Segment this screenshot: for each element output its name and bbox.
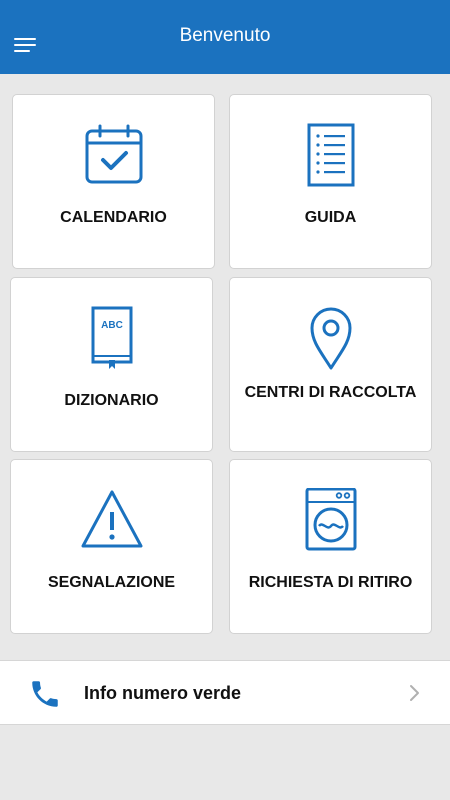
tile-label: CENTRI DI RACCOLTA xyxy=(244,384,417,401)
warning-triangle-icon xyxy=(11,488,212,552)
tile-guida[interactable]: GUIDA xyxy=(229,94,432,269)
info-numero-verde-label: Info numero verde xyxy=(84,683,242,703)
tile-label: DIZIONARIO xyxy=(64,392,159,409)
calendar-check-icon xyxy=(13,123,214,187)
tile-centri-di-raccolta[interactable]: CENTRI DI RACCOLTA xyxy=(229,277,432,452)
list-document-icon xyxy=(230,123,431,187)
top-app-bar: Benvenuto xyxy=(0,0,450,74)
phone-icon xyxy=(28,677,62,716)
tile-label: SEGNALAZIONE xyxy=(47,574,176,591)
page-title: Benvenuto xyxy=(179,25,271,46)
map-pin-icon xyxy=(230,306,431,370)
tile-label: GUIDA xyxy=(304,209,357,226)
tile-dizionario[interactable]: ABC DIZIONARIO xyxy=(10,277,213,452)
hamburger-menu-icon[interactable] xyxy=(14,36,38,54)
book-text: ABC xyxy=(101,320,123,331)
tile-label: CALENDARIO xyxy=(60,209,167,226)
tile-segnalazione[interactable]: SEGNALAZIONE xyxy=(10,459,213,634)
tile-calendario[interactable]: CALENDARIO xyxy=(12,94,215,269)
abc-book-icon: ABC xyxy=(11,306,212,370)
tile-label: RICHIESTA DI RITIRO xyxy=(248,574,413,591)
washing-machine-icon xyxy=(230,488,431,552)
tile-richiesta-di-ritiro[interactable]: RICHIESTA DI RITIRO xyxy=(229,459,432,634)
info-numero-verde-row[interactable]: Info numero verde xyxy=(0,660,450,725)
chevron-right-icon xyxy=(408,683,422,708)
